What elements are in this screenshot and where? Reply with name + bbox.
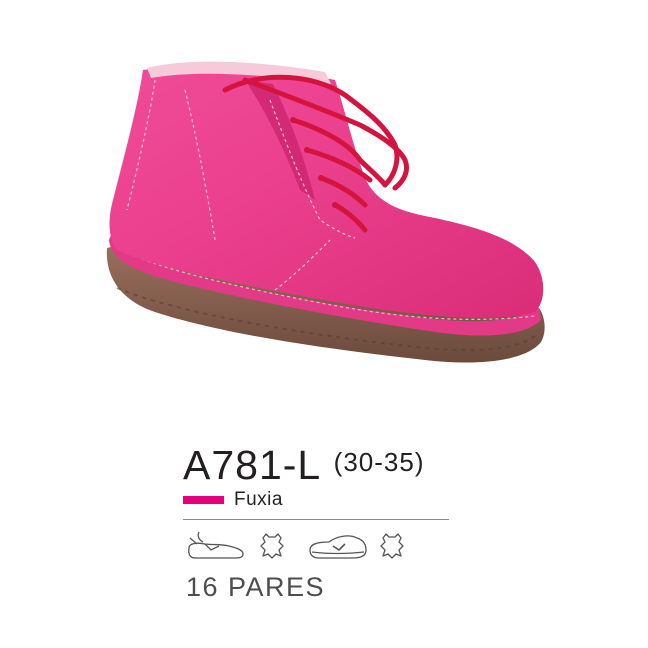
boot-image bbox=[106, 61, 545, 363]
pack-quantity: 16 PARES bbox=[186, 572, 326, 602]
product-card: A781-L (30-35) Fuxia 16 PARES bbox=[0, 0, 648, 648]
color-swatch bbox=[183, 496, 224, 504]
leather-icon bbox=[260, 533, 284, 559]
model-code: A781-L bbox=[183, 442, 322, 488]
model-heading: A781-L (30-35) bbox=[183, 442, 425, 489]
leather-icon bbox=[380, 533, 404, 559]
sole-shoe-icon bbox=[309, 535, 367, 559]
upper-shoe-icon bbox=[188, 531, 244, 559]
color-name: Fuxia bbox=[234, 489, 283, 510]
size-range: (30-35) bbox=[333, 447, 425, 477]
color-row: Fuxia bbox=[183, 489, 283, 511]
material-icons bbox=[183, 528, 423, 564]
divider bbox=[183, 519, 449, 520]
